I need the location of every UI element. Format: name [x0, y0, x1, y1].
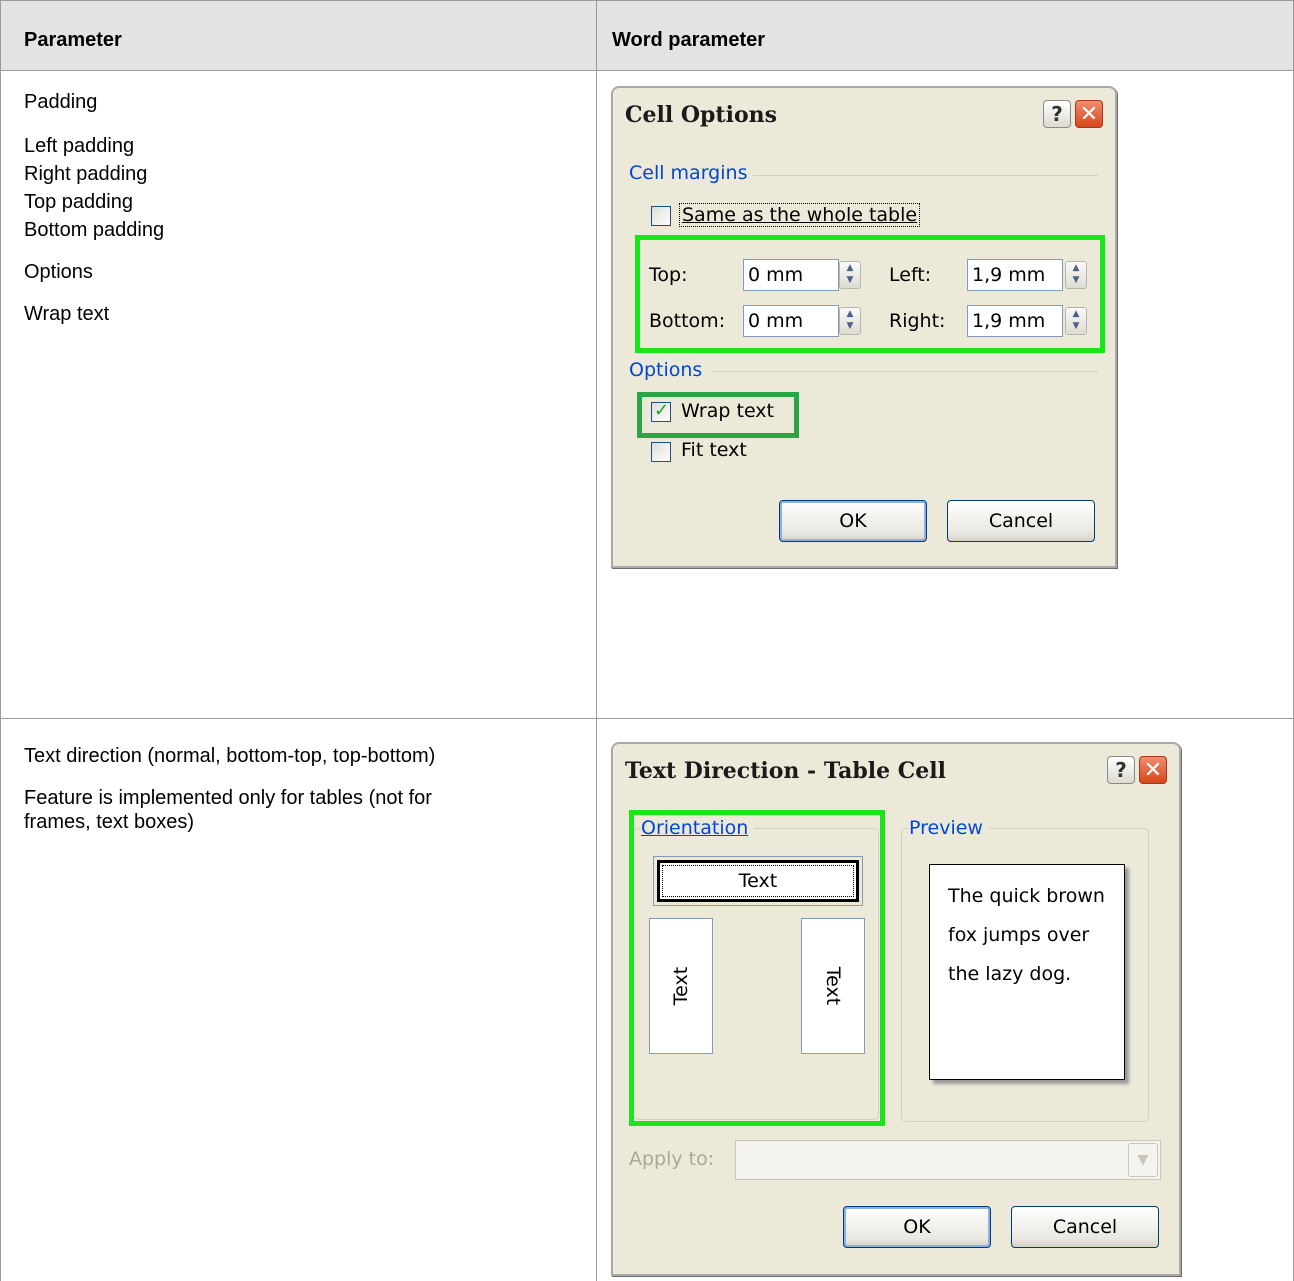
preview-line-1: The quick brown — [948, 885, 1105, 907]
cell-options-dialog: Cell Options ? ✕ Cell margins Same as th… — [611, 86, 1117, 568]
left-spinner[interactable]: ▲ ▼ — [1065, 261, 1087, 289]
help-icon[interactable]: ? — [1043, 100, 1071, 128]
fit-text-checkbox[interactable] — [651, 442, 671, 462]
table-border-top — [0, 0, 1294, 1]
cancel-button[interactable]: Cancel — [1011, 1206, 1159, 1248]
preview-line-3: the lazy dog. — [948, 963, 1072, 985]
right-input[interactable]: 1,9 mm — [967, 305, 1063, 337]
help-icon[interactable]: ? — [1107, 756, 1135, 784]
top-input[interactable]: 0 mm — [743, 259, 839, 291]
dialog-title: Cell Options — [625, 102, 778, 128]
param-bottom-padding: Bottom padding — [24, 219, 165, 241]
wrap-text-checkbox[interactable]: ✓ — [651, 400, 671, 422]
chevron-down-icon[interactable]: ▼ — [1128, 1143, 1158, 1177]
text-direction-dialog: Text Direction - Table Cell ? ✕ Orientat… — [611, 742, 1181, 1276]
left-input[interactable]: 1,9 mm — [967, 259, 1063, 291]
table-row-divider — [0, 718, 1294, 719]
row2-parameter-cell: Text direction (normal, bottom-top, top-… — [24, 742, 435, 836]
same-as-table-text: Same as the whole table — [682, 204, 918, 226]
preview-page: The quick brown fox jumps over the lazy … — [929, 864, 1125, 1080]
table-column-divider — [596, 0, 597, 1281]
group-rule — [713, 371, 1098, 372]
header-word-parameter: Word parameter — [612, 29, 766, 51]
group-cell-margins: Cell margins — [629, 162, 754, 184]
table-header-divider — [0, 70, 1294, 71]
param-options: Options — [24, 261, 93, 283]
close-icon[interactable]: ✕ — [1075, 100, 1103, 128]
ok-button[interactable]: OK — [843, 1206, 991, 1248]
ok-button[interactable]: OK — [779, 500, 927, 542]
orientation-highlight-box — [629, 810, 885, 1126]
row1-parameter-cell: Padding Left padding Right padding Top p… — [24, 88, 164, 328]
close-icon[interactable]: ✕ — [1139, 756, 1167, 784]
table-border-left — [0, 0, 1, 1281]
top-label: Top: — [649, 264, 688, 286]
same-as-table-checkbox[interactable] — [651, 206, 671, 226]
param-wrap-text: Wrap text — [24, 303, 110, 325]
bottom-spinner[interactable]: ▲ ▼ — [839, 307, 861, 335]
header-parameter: Parameter — [24, 29, 122, 51]
param-top-padding: Top padding — [24, 191, 133, 213]
right-spinner[interactable]: ▲ ▼ — [1065, 307, 1087, 335]
fit-text-label[interactable]: Fit text — [681, 439, 747, 461]
param-text-direction: Text direction (normal, bottom-top, top-… — [24, 745, 436, 767]
same-as-table-label[interactable]: Same as the whole table — [679, 203, 921, 227]
param-feature-note-cont: frames, text boxes) — [24, 811, 195, 833]
wrap-text-label[interactable]: Wrap text — [681, 400, 774, 422]
group-preview: Preview — [909, 817, 989, 839]
bottom-input[interactable]: 0 mm — [743, 305, 839, 337]
preview-line-2: fox jumps over — [948, 924, 1090, 946]
param-left-padding: Left padding — [24, 135, 135, 157]
bottom-label: Bottom: — [649, 310, 726, 332]
param-padding: Padding — [24, 91, 98, 113]
apply-to-select[interactable]: ▼ — [735, 1140, 1161, 1180]
dialog-title: Text Direction - Table Cell — [625, 758, 946, 784]
group-options: Options — [629, 359, 709, 381]
top-spinner[interactable]: ▲ ▼ — [839, 261, 861, 289]
cancel-button[interactable]: Cancel — [947, 500, 1095, 542]
param-right-padding: Right padding — [24, 163, 148, 185]
checkmark-icon: ✓ — [654, 400, 670, 421]
right-label: Right: — [889, 310, 946, 332]
apply-to-label: Apply to: — [629, 1148, 715, 1170]
group-rule — [743, 175, 1098, 176]
left-label: Left: — [889, 264, 932, 286]
